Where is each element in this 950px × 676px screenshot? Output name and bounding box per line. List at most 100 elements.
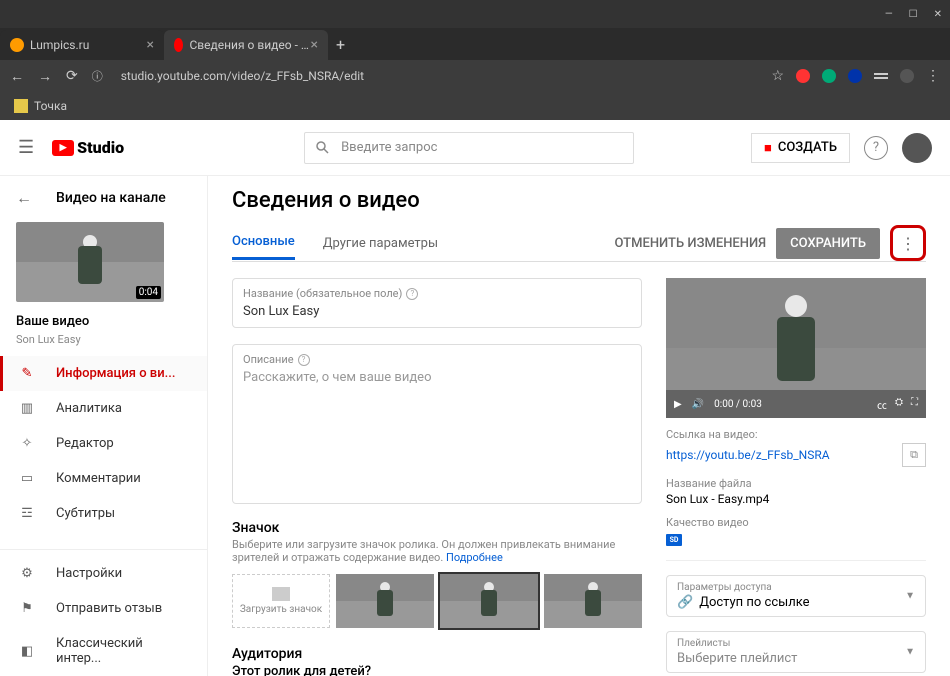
avatar[interactable]: [902, 133, 932, 163]
save-button[interactable]: СОХРАНИТЬ: [776, 228, 880, 259]
volume-icon[interactable]: 🔊: [692, 399, 704, 410]
thumbnail-desc: Выберите или загрузите значок ролика. Он…: [232, 538, 642, 564]
title-value[interactable]: Son Lux Easy: [243, 304, 631, 319]
classic-icon: ◧: [16, 644, 38, 659]
player-controls: ▶ 🔊 0:00 / 0:03 ㏄ ⛭ ⛶: [666, 390, 926, 418]
address-bar: ← → ⟳ ⓘ studio.youtube.com/video/z_FFsb_…: [0, 60, 950, 92]
cc-icon: ☲: [16, 506, 38, 521]
settings-icon[interactable]: ⛭: [895, 397, 903, 412]
tab-close-icon[interactable]: ×: [147, 37, 154, 53]
more-link[interactable]: Подробнее: [446, 551, 503, 564]
wand-icon: ✧: [16, 436, 38, 451]
nav-label: Комментарии: [56, 471, 141, 486]
gear-icon: ⚙: [16, 566, 38, 581]
thumbnail-option[interactable]: [544, 574, 642, 628]
cc-icon[interactable]: ㏄: [877, 397, 887, 412]
more-options-button[interactable]: ⋮: [890, 225, 926, 261]
site-info-icon[interactable]: ⓘ: [92, 68, 103, 84]
create-label: СОЗДАТЬ: [778, 140, 837, 155]
thumbnail-option-selected[interactable]: [440, 574, 538, 628]
chevron-down-icon: ▼: [905, 647, 915, 658]
thumbnail-grid: Загрузить значок: [232, 574, 642, 628]
play-icon[interactable]: ▶: [674, 399, 682, 410]
reader-icon[interactable]: [874, 73, 888, 79]
sidebar-item-comments[interactable]: ▭ Комментарии: [0, 461, 207, 496]
playlists-value: Выберите плейлист: [677, 651, 797, 666]
sidebar-item-classic[interactable]: ◧ Классический интер...: [0, 626, 207, 676]
tab-close-icon[interactable]: ×: [311, 37, 318, 53]
sidebar-item-subtitles[interactable]: ☲ Субтитры: [0, 496, 207, 531]
link-icon: 🔗: [677, 595, 693, 610]
pencil-icon: ✎: [16, 366, 38, 381]
upload-thumbnail-button[interactable]: Загрузить значок: [232, 574, 330, 628]
image-icon: [272, 587, 290, 601]
audience-title: Аудитория: [232, 646, 642, 662]
description-placeholder: Расскажите, о чем ваше видео: [243, 370, 631, 385]
browser-menu-icon[interactable]: ⋮: [926, 68, 940, 84]
search-input[interactable]: Введите запрос: [304, 132, 634, 164]
studio-header: ☰ ▶ Studio Введите запрос ■ СОЗДАТЬ ?: [0, 120, 950, 176]
extension-icon[interactable]: [822, 69, 836, 83]
back-label: Видео на канале: [56, 190, 166, 206]
help-icon[interactable]: ?: [298, 354, 310, 366]
nav-back-icon[interactable]: ←: [10, 68, 24, 85]
nav-label: Субтитры: [56, 506, 115, 521]
browser-tab-lumpics[interactable]: Lumpics.ru ×: [0, 30, 164, 60]
logo-text: Studio: [77, 138, 124, 157]
new-tab-button[interactable]: +: [336, 35, 345, 54]
sidebar-item-details[interactable]: ✎ Информация о ви...: [0, 356, 207, 391]
comment-icon: ▭: [16, 471, 38, 486]
bookmark-item[interactable]: Точка: [34, 99, 67, 113]
chevron-down-icon: ▼: [905, 591, 915, 602]
extension-icon[interactable]: [848, 69, 862, 83]
title-label: Название (обязательное поле) ?: [243, 287, 631, 300]
create-button[interactable]: ■ СОЗДАТЬ: [751, 133, 850, 163]
browser-tab-youtube-studio[interactable]: Сведения о видео - YouTube Stu ×: [164, 30, 328, 60]
bookmarks-bar: Точка: [0, 92, 950, 120]
help-icon[interactable]: ?: [406, 288, 418, 300]
description-field[interactable]: Описание ? Расскажите, о чем ваше видео: [232, 344, 642, 504]
star-icon[interactable]: ☆: [771, 68, 784, 84]
nav-forward-icon[interactable]: →: [38, 68, 52, 85]
extension-icon[interactable]: [796, 69, 810, 83]
playlists-select[interactable]: Плейлисты Выберите плейлист ▼: [666, 631, 926, 673]
visibility-select[interactable]: Параметры доступа 🔗 Доступ по ссылке ▼: [666, 575, 926, 617]
sidebar: ← Видео на канале 0:04 Ваше видео Son Lu…: [0, 176, 208, 676]
search-placeholder: Введите запрос: [341, 140, 437, 155]
window-maximize[interactable]: ☐: [909, 9, 918, 20]
filename-label: Название файла: [666, 477, 926, 490]
main-content: Сведения о видео Основные Другие парамет…: [208, 176, 950, 676]
youtube-studio-logo[interactable]: ▶ Studio: [52, 138, 124, 157]
window-close[interactable]: ✕: [934, 9, 942, 20]
video-thumbnail[interactable]: 0:04: [16, 222, 164, 302]
thumbnail-option[interactable]: [336, 574, 434, 628]
arrow-left-icon: ←: [16, 188, 32, 208]
profile-icon[interactable]: [900, 69, 914, 83]
back-to-videos[interactable]: ← Видео на канале: [0, 182, 207, 214]
favicon-icon: [10, 38, 24, 52]
cancel-button[interactable]: ОТМЕНИТЬ ИЗМЕНЕНИЯ: [615, 236, 767, 251]
thumbnail-title: Значок: [232, 520, 642, 536]
preview-figure: [777, 317, 815, 381]
help-icon[interactable]: ?: [864, 136, 888, 160]
window-minimize[interactable]: —: [885, 9, 893, 20]
tab-basic[interactable]: Основные: [232, 226, 295, 260]
sidebar-item-feedback[interactable]: ⚑ Отправить отзыв: [0, 591, 207, 626]
sidebar-item-editor[interactable]: ✧ Редактор: [0, 426, 207, 461]
nav-label: Редактор: [56, 436, 114, 451]
sidebar-item-analytics[interactable]: ▥ Аналитика: [0, 391, 207, 426]
player-time: 0:00 / 0:03: [714, 399, 762, 410]
url-field[interactable]: studio.youtube.com/video/z_FFsb_NSRA/edi…: [117, 69, 758, 83]
tab-row: Основные Другие параметры ОТМЕНИТЬ ИЗМЕН…: [232, 225, 926, 262]
hamburger-icon[interactable]: ☰: [18, 137, 34, 158]
video-preview[interactable]: ▶ 🔊 0:00 / 0:03 ㏄ ⛭ ⛶: [666, 278, 926, 418]
title-field[interactable]: Название (обязательное поле) ? Son Lux E…: [232, 278, 642, 328]
nav-reload-icon[interactable]: ⟳: [66, 68, 78, 84]
copy-button[interactable]: ⧉: [902, 443, 926, 467]
tab-advanced[interactable]: Другие параметры: [323, 228, 438, 259]
sidebar-item-settings[interactable]: ⚙ Настройки: [0, 556, 207, 591]
visibility-label: Параметры доступа: [677, 582, 915, 593]
extension-icons: ☆ ⋮: [771, 68, 940, 84]
video-link[interactable]: https://youtu.be/z_FFsb_NSRA: [666, 448, 902, 462]
fullscreen-icon[interactable]: ⛶: [911, 397, 918, 412]
